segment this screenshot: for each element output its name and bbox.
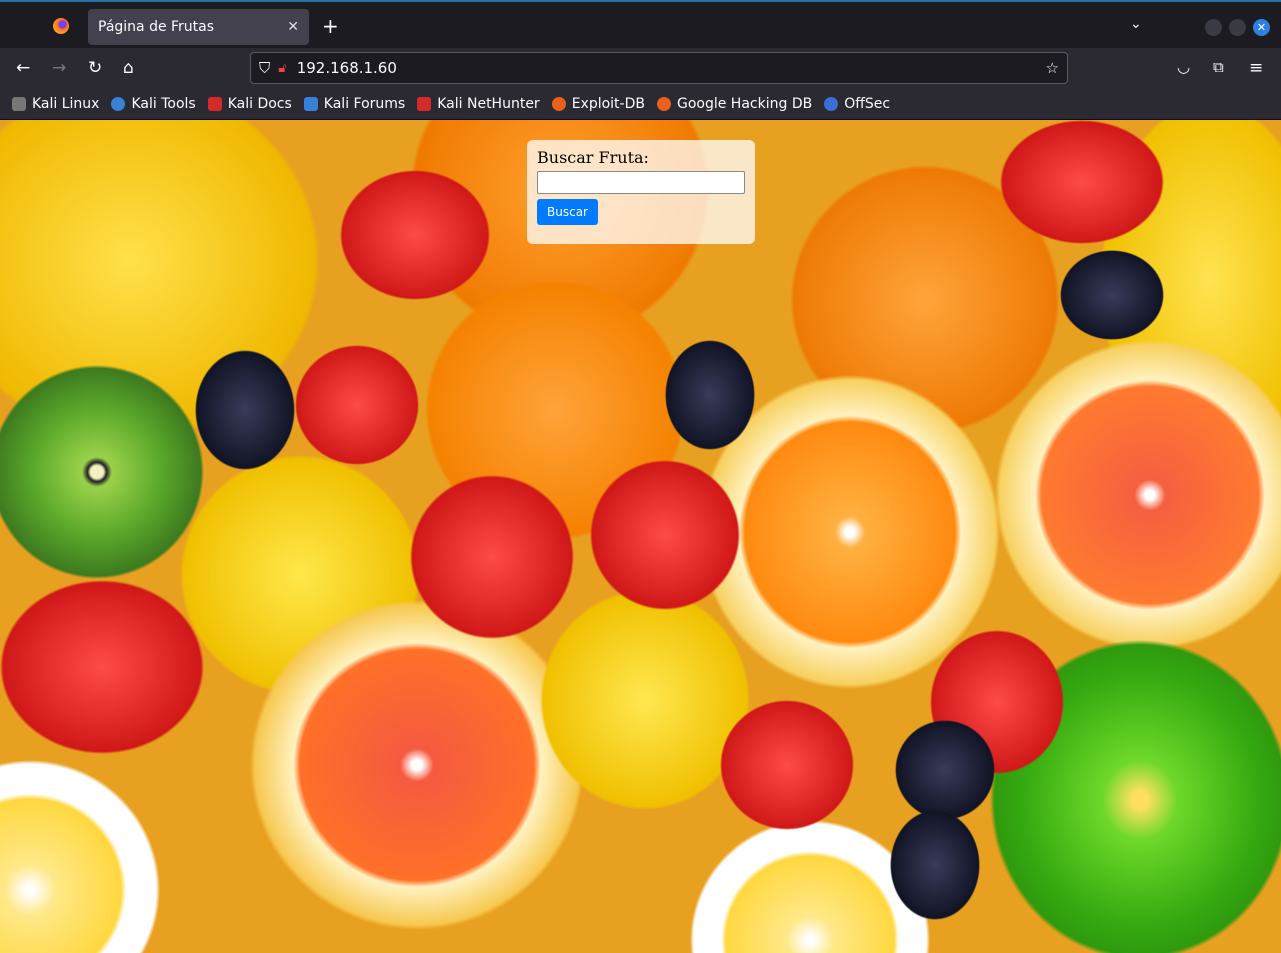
url-text[interactable]: 192.168.1.60 — [297, 59, 397, 77]
home-icon[interactable]: ⌂ — [123, 58, 134, 78]
close-tab-icon[interactable]: ✕ — [287, 19, 299, 35]
bookmark-kali-nethunter[interactable]: Kali NetHunter — [417, 96, 540, 112]
pocket-icon[interactable]: ◡ — [1177, 58, 1190, 76]
bookmark-google-hacking-db[interactable]: Google Hacking DB — [656, 96, 812, 112]
bookmark-kali-linux[interactable]: Kali Linux — [12, 96, 99, 112]
menu-icon[interactable]: ≡ — [1249, 58, 1263, 78]
search-heading: Buscar Fruta: — [537, 148, 649, 167]
bookmark-exploit-db[interactable]: Exploit-DB — [551, 96, 645, 112]
kali-forums-icon — [303, 96, 318, 111]
kali-linux-icon — [12, 96, 26, 111]
search-form: Buscar Fruta: Buscar — [527, 140, 755, 244]
extensions-icon[interactable]: ⧉ — [1213, 58, 1224, 76]
forward-icon[interactable]: → — [52, 58, 66, 78]
reload-icon[interactable]: ↻ — [88, 58, 102, 78]
kali-docs-icon — [207, 96, 222, 111]
tab-title: Página de Frutas — [98, 19, 215, 35]
page-content: Buscar Fruta: Buscar — [0, 120, 1281, 953]
bookmarks-toolbar: Kali Linux Kali Tools Kali Docs Kali For… — [0, 88, 1281, 120]
tab-active[interactable]: Página de Frutas ✕ — [88, 9, 309, 45]
tab-bar: Página de Frutas ✕ + ⌄ ✕ — [0, 0, 1281, 48]
list-tabs-chevron-icon[interactable]: ⌄ — [1130, 16, 1142, 32]
firefox-icon — [53, 18, 69, 34]
url-bar[interactable]: ⛉ 🔓︎ 192.168.1.60 ☆ — [250, 52, 1068, 84]
bookmark-offsec[interactable]: OffSec — [824, 96, 890, 112]
insecure-lock-icon[interactable]: 🔓︎ — [278, 61, 286, 76]
new-tab-button[interactable]: + — [322, 14, 339, 38]
search-button[interactable]: Buscar — [537, 199, 598, 225]
nav-bar: ← → ↻ ⌂ ⛉ 🔓︎ 192.168.1.60 ☆ ◡ ⧉ ≡ — [0, 48, 1281, 88]
bookmark-kali-docs[interactable]: Kali Docs — [207, 96, 292, 112]
exploit-db-icon — [551, 96, 566, 111]
window-close-button[interactable]: ✕ — [1253, 19, 1270, 36]
ghdb-icon — [656, 96, 671, 111]
kali-tools-icon — [111, 96, 126, 111]
kali-nethunter-icon — [417, 96, 432, 111]
fruit-search-input[interactable] — [537, 171, 745, 194]
bookmark-kali-tools[interactable]: Kali Tools — [111, 96, 196, 112]
minimize-button[interactable] — [1205, 19, 1222, 36]
maximize-button[interactable] — [1229, 19, 1246, 36]
shield-icon[interactable]: ⛉ — [259, 59, 270, 77]
fruit-background-image — [0, 120, 1281, 953]
bookmark-star-icon[interactable]: ☆ — [1046, 59, 1059, 77]
back-icon[interactable]: ← — [16, 58, 30, 78]
bookmark-kali-forums[interactable]: Kali Forums — [303, 96, 405, 112]
offsec-icon — [824, 96, 839, 111]
